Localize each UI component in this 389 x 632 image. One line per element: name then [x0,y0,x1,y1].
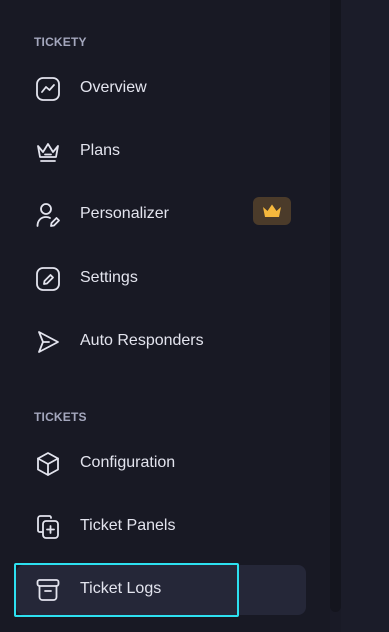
user-edit-icon [34,201,62,229]
sidebar-item-label: Overview [80,79,147,96]
copy-plus-icon [34,513,62,541]
sidebar-item-configuration[interactable]: Configuration [16,439,306,489]
crown-outline-icon [34,138,62,166]
crown-icon [263,204,281,217]
sidebar-scrollbar[interactable] [330,0,341,612]
sidebar-item-overview[interactable]: Overview [16,64,306,114]
sidebar-item-label: Plans [80,142,121,159]
focus-highlight [14,563,239,617]
edit-square-icon [34,265,62,293]
sidebar-item-label: Ticket Panels [80,517,176,534]
main-content [341,0,389,632]
chart-line-icon [34,75,62,103]
sidebar-item-label: Personalizer [80,205,169,222]
sidebar-item-label: Settings [80,269,138,286]
section-title-tickets: TICKETS [34,410,87,424]
sidebar-item-plans[interactable]: Plans [16,127,306,177]
section-title-tickety: TICKETY [34,35,87,49]
sidebar-item-personalizer[interactable]: Personalizer [16,190,306,240]
sidebar-item-label: Auto Responders [80,332,204,349]
send-icon [34,328,62,356]
sidebar-item-ticket-panels[interactable]: Ticket Panels [16,502,306,552]
premium-badge [253,197,291,225]
sidebar-item-auto-responders[interactable]: Auto Responders [16,317,306,367]
sidebar: TICKETY Overview Plans Personalizer Sett… [0,0,330,632]
cube-icon [34,450,62,478]
sidebar-item-settings[interactable]: Settings [16,254,306,304]
sidebar-item-label: Configuration [80,454,176,471]
